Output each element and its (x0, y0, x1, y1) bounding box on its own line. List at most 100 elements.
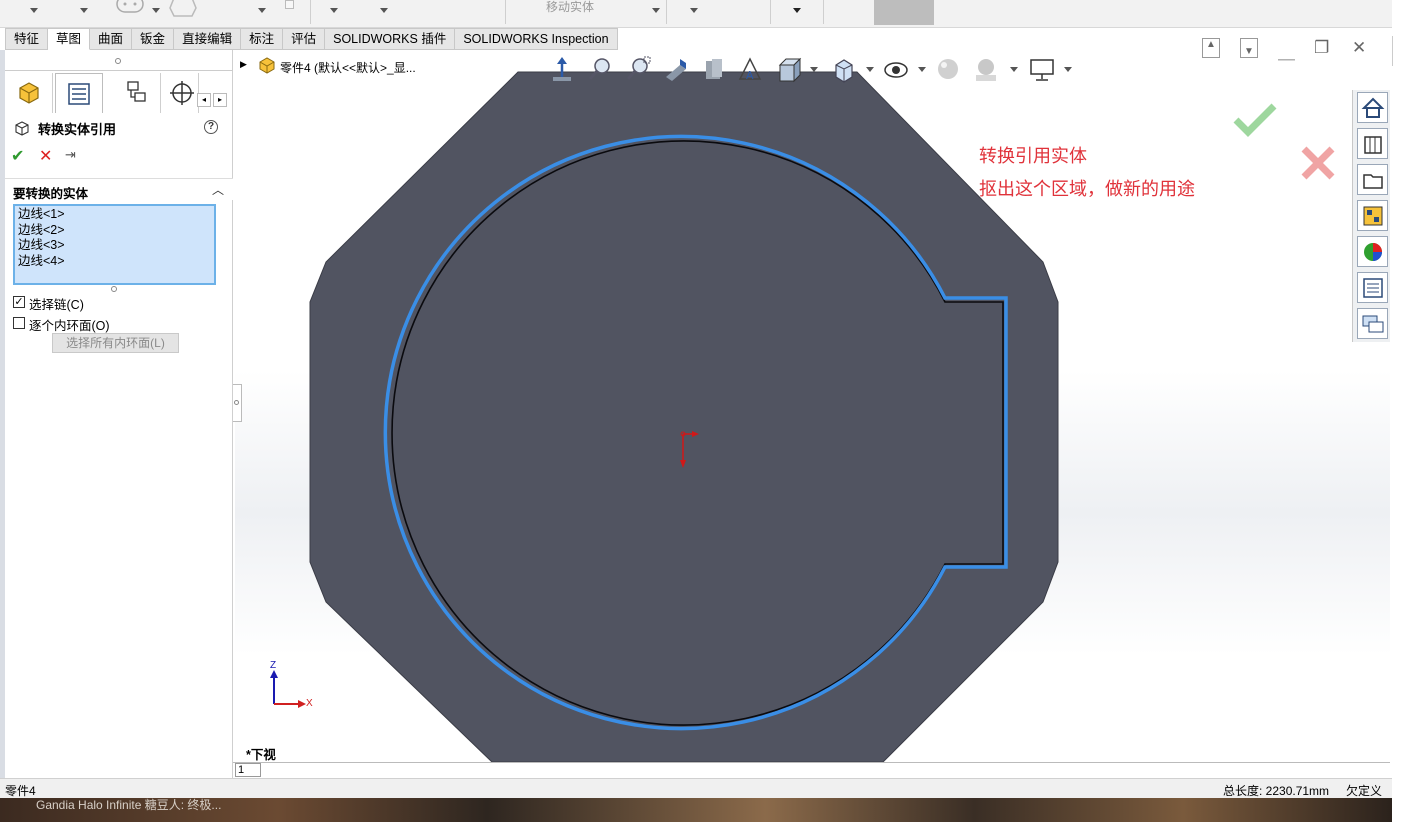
crosshair-icon (169, 81, 194, 105)
toolbar-separator (505, 0, 506, 24)
list-item[interactable]: 边线<2> (18, 223, 211, 239)
toolbar-separator (823, 0, 824, 24)
dropdown-arrow-icon[interactable] (152, 8, 160, 13)
entities-to-convert-list[interactable]: 边线<1> 边线<2> 边线<3> 边线<4> (13, 204, 216, 285)
restore-icon[interactable]: ❐ (1314, 38, 1329, 58)
custom-properties-icon[interactable] (1357, 272, 1388, 303)
edit-appearance-icon[interactable] (882, 55, 910, 85)
hide-show-items-icon[interactable] (830, 55, 858, 85)
configuration-manager-tab[interactable] (113, 73, 161, 113)
help-icon[interactable]: ? (204, 120, 218, 134)
minimize-down-icon[interactable]: ▼ (1240, 38, 1258, 58)
cancel-button[interactable]: ✕ (39, 146, 52, 166)
appearances-icon[interactable] (1357, 236, 1388, 267)
scroll-right-icon[interactable]: ▸ (213, 93, 227, 107)
tab-evaluate[interactable]: 评估 (283, 28, 326, 50)
apply-scene-icon[interactable] (934, 55, 962, 85)
offset-icon[interactable] (285, 0, 294, 9)
status-definition: 欠定义 (1346, 784, 1383, 798)
tab-solidworks-addins[interactable]: SOLIDWORKS 插件 (325, 28, 456, 50)
dropdown-arrow-icon[interactable] (30, 8, 38, 13)
tab-solidworks-inspection[interactable]: SOLIDWORKS Inspection (455, 28, 618, 50)
toolbar-separator (310, 0, 311, 24)
panel-grip-icon[interactable] (115, 58, 121, 64)
minimize-icon[interactable]: ＿ (1278, 38, 1295, 63)
annotation-text: 转换引用实体 (979, 146, 1087, 166)
tab-sheet-metal[interactable]: 钣金 (132, 28, 175, 50)
list-item[interactable]: 边线<4> (18, 254, 211, 270)
dropdown-arrow-icon[interactable] (810, 67, 818, 72)
list-item[interactable]: 边线<3> (18, 238, 211, 254)
dropdown-arrow-icon[interactable] (380, 8, 388, 13)
maximize-up-icon[interactable]: ▲ (1202, 38, 1220, 58)
toolbar-placeholder (874, 0, 934, 25)
view-palette-icon[interactable] (1357, 200, 1388, 231)
select-chain-checkbox[interactable]: ✓ (13, 296, 25, 308)
status-document-name: 零件4 (5, 784, 36, 798)
toolbar-separator (770, 0, 771, 24)
divider (5, 70, 233, 71)
command-tabs: 特征 草图 曲面 钣金 直接编辑 标注 评估 SOLIDWORKS 插件 SOL… (5, 28, 618, 50)
property-manager-tab[interactable] (55, 73, 103, 113)
dropdown-arrow-icon[interactable] (793, 8, 801, 13)
task-pane (1352, 90, 1390, 342)
view-orientation-icon[interactable]: A (736, 55, 764, 85)
dropdown-arrow-icon[interactable] (1064, 67, 1072, 72)
part-icon (18, 82, 39, 104)
panel-splitter[interactable] (233, 384, 242, 422)
section-title: 要转换的实体 (13, 187, 89, 201)
resize-grip-icon[interactable] (111, 286, 117, 292)
tab-markup[interactable]: 标注 (241, 28, 284, 50)
tab-sketch[interactable]: 草图 (48, 28, 91, 50)
dynamic-annotation-icon[interactable] (700, 55, 728, 85)
dropdown-arrow-icon[interactable] (80, 8, 88, 13)
confirm-ok-icon[interactable] (1230, 100, 1280, 140)
zoom-area-icon[interactable] (586, 55, 614, 85)
file-explorer-icon[interactable] (1357, 164, 1388, 195)
solidworks-window: 移动实体 特征 草图 曲面 钣金 直接编辑 标注 评估 SOLIDWORKS 插… (0, 0, 1414, 822)
ok-button[interactable]: ✔ (11, 146, 24, 166)
previous-view-icon[interactable] (624, 55, 652, 85)
model-view (309, 71, 1059, 762)
part-tree-icon[interactable] (257, 56, 277, 74)
collapse-caret-icon[interactable]: ︿ (212, 181, 224, 198)
tab-direct-editing[interactable]: 直接编辑 (174, 28, 242, 50)
feature-tree-root[interactable]: 零件4 (默认<<默认>_显... (280, 59, 416, 76)
dropdown-arrow-icon[interactable] (918, 67, 926, 72)
toolbar-separator (666, 0, 667, 24)
inner-loop-label: 逐个内环面(O) (29, 319, 110, 333)
tab-features[interactable]: 特征 (5, 28, 49, 50)
dropdown-arrow-icon[interactable] (652, 8, 660, 13)
move-entity-button[interactable]: 移动实体 (546, 0, 594, 15)
sheet-tab[interactable]: 1 (235, 763, 261, 777)
close-icon[interactable]: ✕ (1352, 38, 1366, 58)
monitor-icon[interactable] (1028, 55, 1056, 85)
dropdown-arrow-icon[interactable] (1010, 67, 1018, 72)
dropdown-arrow-icon[interactable] (690, 8, 698, 13)
design-library-icon[interactable] (1357, 128, 1388, 159)
scroll-left-icon[interactable]: ◂ (197, 93, 211, 107)
dropdown-arrow-icon[interactable] (866, 67, 874, 72)
select-all-inner-loops-button[interactable]: 选择所有内环面(L) (52, 333, 179, 353)
inner-loop-checkbox[interactable] (13, 317, 25, 329)
axis-x-label: X (306, 698, 313, 709)
slot-icon[interactable] (115, 0, 145, 16)
zoom-to-fit-icon[interactable] (548, 55, 576, 85)
axis-z-label: Z (270, 660, 277, 671)
dropdown-arrow-icon[interactable] (258, 8, 266, 13)
list-item[interactable]: 边线<1> (18, 207, 211, 223)
dropdown-arrow-icon[interactable] (330, 8, 338, 13)
dimxpert-manager-tab[interactable] (165, 73, 199, 113)
section-view-icon[interactable] (662, 55, 690, 85)
solidworks-resources-icon[interactable] (1357, 92, 1388, 123)
confirm-cancel-icon[interactable] (1298, 143, 1338, 183)
feature-manager-tab[interactable] (5, 73, 53, 113)
forum-icon[interactable] (1357, 308, 1388, 339)
display-style-icon[interactable] (776, 55, 804, 85)
tab-surfaces[interactable]: 曲面 (90, 28, 133, 50)
tree-expand-icon[interactable]: ▶ (240, 59, 247, 70)
view-settings-icon[interactable] (972, 55, 1000, 85)
pin-button[interactable]: ⇥ (65, 147, 76, 163)
polygon-icon[interactable] (168, 0, 198, 18)
graphics-area[interactable] (235, 50, 1390, 762)
